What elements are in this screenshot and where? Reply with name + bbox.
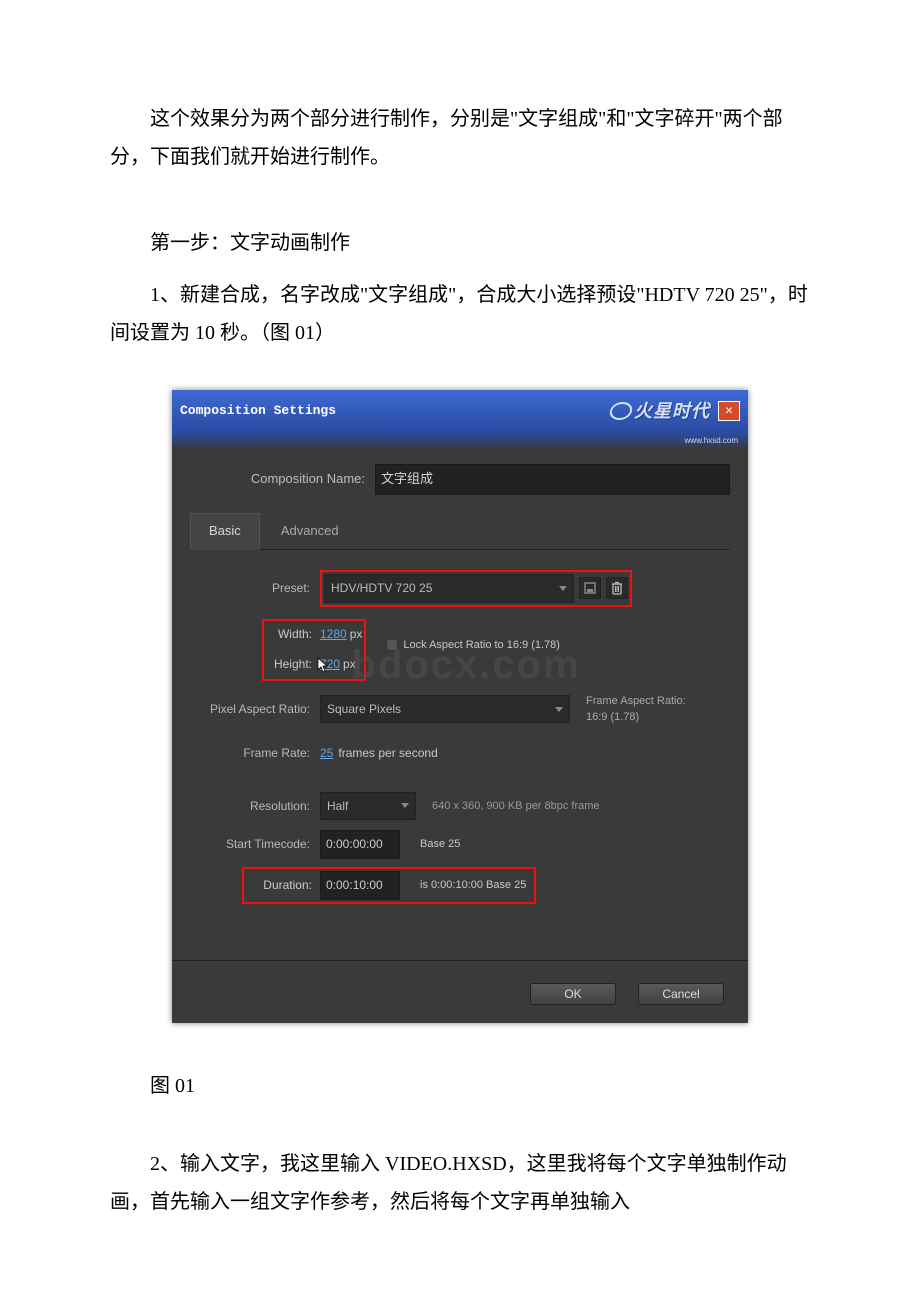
resolution-dropdown[interactable]: Half (320, 792, 416, 821)
delete-preset-button[interactable] (606, 577, 628, 599)
step1-body: 1、新建合成，名字改成"文字组成"，合成大小选择预设"HDTV 720 25"，… (110, 276, 810, 352)
height-unit: px (343, 653, 356, 676)
frame-aspect-ratio-text: Frame Aspect Ratio: 16:9 (1.78) (586, 693, 686, 726)
cancel-button[interactable]: Cancel (638, 983, 724, 1005)
framerate-suffix: frames per second (338, 742, 437, 765)
basic-form: Preset: HDV/HDTV 720 25 (190, 560, 730, 916)
chevron-down-icon (559, 586, 567, 591)
composition-settings-dialog: Composition Settings 火星时代 ✕ www.hxsd.com… (172, 390, 748, 1023)
duration-label: Duration: (246, 874, 320, 897)
resolution-hint: 640 x 360, 900 KB per 8bpc frame (432, 796, 600, 817)
step1-title: 第一步：文字动画制作 (110, 224, 810, 262)
framerate-label: Frame Rate: (192, 742, 320, 765)
far-line1: Frame Aspect Ratio: (586, 693, 686, 710)
close-icon: ✕ (725, 399, 733, 424)
tab-basic[interactable]: Basic (190, 513, 260, 550)
par-label: Pixel Aspect Ratio: (192, 698, 320, 721)
width-value[interactable]: 1280 (320, 623, 347, 646)
screenshot-figure-01: Composition Settings 火星时代 ✕ www.hxsd.com… (110, 390, 810, 1023)
preset-label: Preset: (192, 577, 320, 600)
composition-name-label: Composition Name: (190, 467, 375, 492)
start-timecode-base: Base 25 (420, 834, 460, 855)
dialog-title-bar: Composition Settings 火星时代 ✕ (172, 390, 748, 433)
par-value: Square Pixels (327, 698, 401, 721)
dialog-title: Composition Settings (180, 399, 336, 424)
preset-value: HDV/HDTV 720 25 (331, 577, 432, 600)
lock-aspect-checkbox[interactable] (386, 639, 398, 651)
cursor-icon (316, 657, 330, 675)
start-timecode-input[interactable]: 0:00:00:00 (320, 830, 400, 859)
step2-body: 2、输入文字，我这里输入 VIDEO.HXSD，这里我将每个文字单独制作动画，首… (110, 1145, 810, 1221)
width-unit: px (350, 623, 363, 646)
preset-dropdown[interactable]: HDV/HDTV 720 25 (324, 574, 574, 603)
logo-text: 火星时代 (634, 394, 710, 428)
trash-icon (611, 581, 623, 595)
resolution-value: Half (327, 795, 348, 818)
intro-paragraph: 这个效果分为两个部分进行制作，分别是"文字组成"和"文字碎开"两个部分，下面我们… (110, 100, 810, 176)
far-line2: 16:9 (1.78) (586, 709, 686, 726)
dialog-body: Composition Name: 文字组成 Basic Advanced Pr… (172, 450, 748, 934)
logo-oval-icon (608, 402, 634, 420)
chevron-down-icon (401, 803, 409, 808)
duration-input[interactable]: 0:00:10:00 (320, 871, 400, 900)
save-preset-button[interactable] (579, 577, 601, 599)
hxsd-logo: 火星时代 (610, 394, 710, 428)
dialog-footer: OK Cancel (172, 960, 748, 1023)
duration-hint: is 0:00:10:00 Base 25 (420, 875, 526, 896)
tab-strip: Basic Advanced (190, 513, 730, 550)
ok-button[interactable]: OK (530, 983, 616, 1005)
save-icon (584, 582, 596, 594)
par-dropdown[interactable]: Square Pixels (320, 695, 570, 724)
tab-advanced[interactable]: Advanced (262, 513, 358, 550)
chevron-down-icon (555, 707, 563, 712)
close-button[interactable]: ✕ (718, 401, 740, 421)
resolution-label: Resolution: (192, 795, 320, 818)
document-body: 这个效果分为两个部分进行制作，分别是"文字组成"和"文字碎开"两个部分，下面我们… (0, 0, 920, 1269)
framerate-value[interactable]: 25 (320, 742, 333, 765)
width-label: Width: (266, 623, 320, 646)
logo-sub-url: www.hxsd.com (172, 433, 748, 450)
start-timecode-label: Start Timecode: (192, 833, 320, 856)
height-label: Height: (266, 653, 320, 676)
figure01-caption: 图 01 (110, 1067, 810, 1105)
composition-name-input[interactable]: 文字组成 (375, 464, 730, 495)
lock-aspect-label: Lock Aspect Ratio to 16:9 (1.78) (403, 635, 560, 656)
